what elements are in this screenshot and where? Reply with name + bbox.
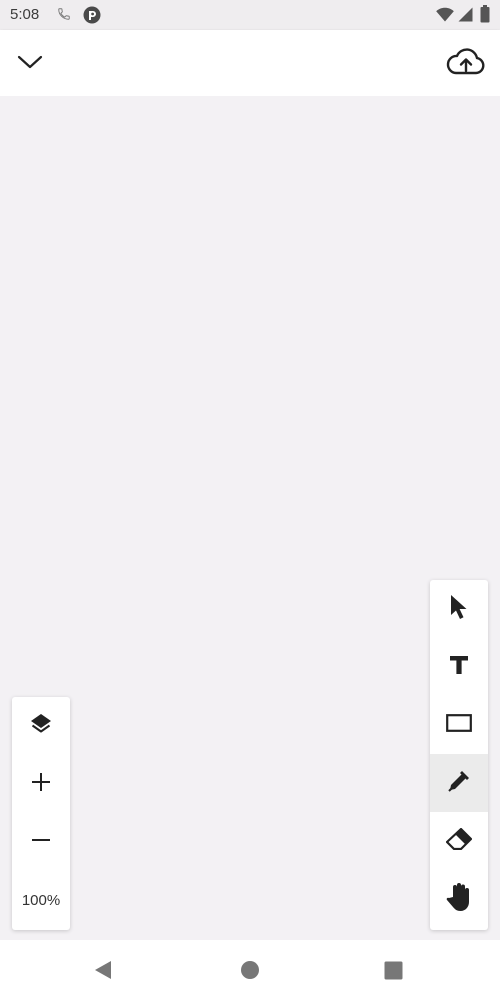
- phone-icon: [57, 7, 71, 26]
- layers-icon: [29, 712, 53, 741]
- eraser-icon: [445, 827, 473, 855]
- cloud-upload-icon: [446, 47, 486, 82]
- status-bar: 5:08: [0, 0, 500, 30]
- zoom-level-button[interactable]: 100%: [12, 871, 70, 929]
- cloud-upload-button[interactable]: [440, 42, 492, 86]
- status-time: 5:08: [10, 6, 40, 23]
- app-notification-icon: [83, 6, 101, 29]
- zoom-in-button[interactable]: [12, 755, 70, 813]
- home-icon[interactable]: [240, 960, 260, 985]
- rectangle-icon: [446, 713, 472, 737]
- cursor-icon: [448, 594, 470, 625]
- zoom-panel: 100%: [12, 697, 70, 930]
- wifi-icon: [436, 7, 454, 27]
- drawing-canvas[interactable]: [0, 96, 500, 940]
- system-nav-bar: [0, 940, 500, 1000]
- select-tool-button[interactable]: [430, 580, 488, 638]
- layers-button[interactable]: [12, 697, 70, 755]
- pen-tool-button[interactable]: [430, 754, 488, 812]
- pen-icon: [447, 769, 471, 798]
- tool-panel: [430, 580, 488, 930]
- chevron-down-icon: [17, 54, 43, 75]
- minus-icon: [31, 830, 51, 855]
- signal-icon: [457, 7, 473, 27]
- rectangle-tool-button[interactable]: [430, 696, 488, 754]
- text-icon: [449, 655, 469, 680]
- battery-icon: [480, 5, 490, 28]
- zoom-level: 100%: [21, 891, 61, 909]
- eraser-tool-button[interactable]: [430, 812, 488, 870]
- pan-tool-button[interactable]: [430, 870, 488, 928]
- zoom-out-button[interactable]: [12, 813, 70, 871]
- app-bar: [0, 30, 500, 96]
- text-tool-button[interactable]: [430, 638, 488, 696]
- back-icon[interactable]: [93, 960, 113, 985]
- recents-icon[interactable]: [384, 961, 403, 985]
- hand-icon: [445, 882, 473, 917]
- plus-icon: [31, 772, 51, 797]
- collapse-button[interactable]: [8, 42, 52, 86]
